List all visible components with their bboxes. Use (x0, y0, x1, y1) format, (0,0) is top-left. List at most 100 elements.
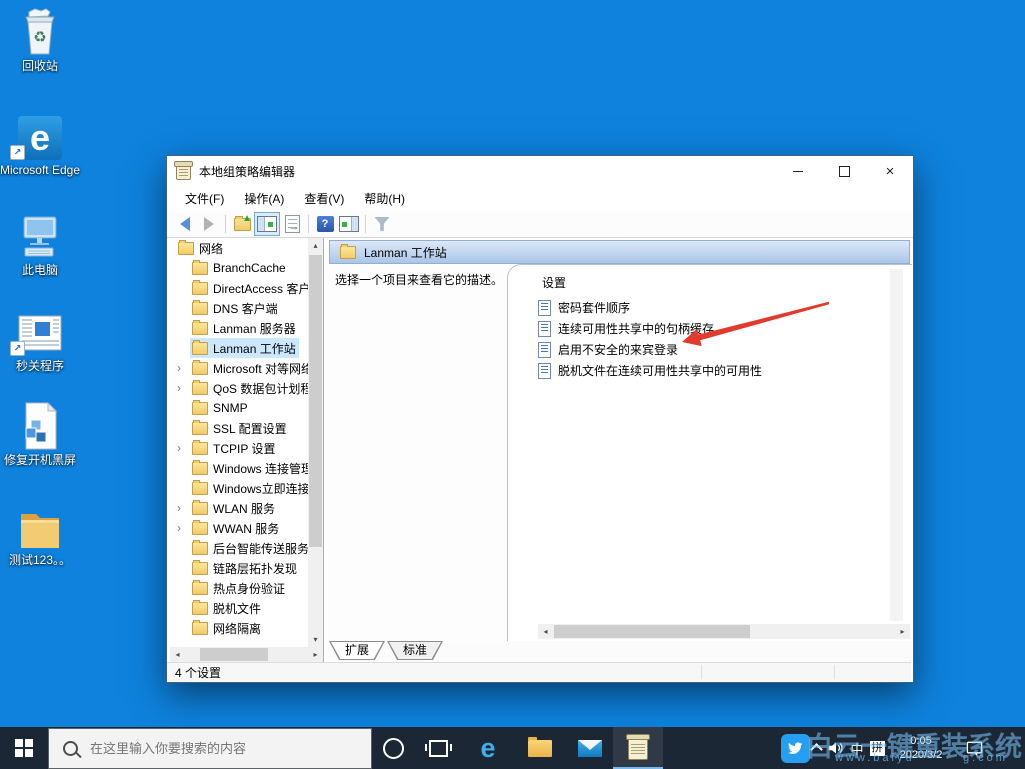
settings-column-header[interactable]: 设置 (542, 274, 566, 291)
tree-item-label: WLAN 服务 (213, 501, 276, 516)
cortana-button[interactable] (374, 727, 412, 769)
tree-item-label: Lanman 工作站 (213, 341, 296, 356)
setting-item[interactable]: 密码套件顺序 (538, 297, 892, 318)
desktop-icon-registry-file[interactable]: 修复开机黑屏 (0, 402, 82, 467)
tree-item[interactable]: › DNS 客户端 (170, 298, 308, 318)
tree-item[interactable]: › Lanman 服务器 (170, 318, 308, 338)
chevron-right-icon[interactable]: › (177, 441, 190, 455)
console-tree-icon (257, 216, 277, 232)
start-button[interactable] (0, 727, 48, 769)
help-icon: ? (316, 216, 334, 232)
settings-horizontal-scrollbar[interactable]: ◂ ▸ (538, 624, 910, 639)
tree-item[interactable]: › WWAN 服务 (170, 518, 308, 538)
svg-text:♻: ♻ (33, 29, 46, 46)
menu-view[interactable]: 查看(V) (294, 187, 354, 210)
folder-icon (192, 559, 208, 575)
ime-language-indicator[interactable]: 中 (846, 727, 868, 769)
search-input[interactable] (88, 740, 342, 757)
tab-extended[interactable]: 扩展 (329, 641, 386, 660)
tree-item[interactable]: › 后台智能传送服务 (170, 538, 308, 558)
tree-item[interactable]: › Lanman 工作站 (170, 338, 308, 358)
tree-item[interactable]: › Microsoft 对等网络 (170, 358, 308, 378)
mail-button[interactable] (568, 727, 612, 769)
window-titlebar[interactable]: 本地组策略编辑器 × (167, 156, 913, 186)
task-view-button[interactable] (418, 727, 458, 769)
menu-help[interactable]: 帮助(H) (354, 187, 415, 210)
file-explorer-button[interactable] (518, 727, 562, 769)
desktop-icon-recycle-bin[interactable]: ♻ 回收站 (0, 8, 82, 73)
tray-clock[interactable]: 0:05 2020/3/2 (893, 734, 949, 762)
folder-icon (192, 479, 208, 495)
tree-item[interactable]: › SNMP (170, 398, 308, 418)
app-window-icon: ↗ (0, 308, 82, 356)
desktop-icon-label: 修复开机黑屏 (3, 453, 76, 467)
tree-item[interactable]: › Windows 连接管理器 (170, 458, 308, 478)
maximize-button[interactable] (821, 156, 867, 186)
tab-standard[interactable]: 标准 (387, 641, 444, 660)
volume-button[interactable] (824, 727, 848, 769)
up-one-level-button[interactable]: ▲ (230, 213, 254, 235)
desktop-icon-test-folder[interactable]: 测试123。。 (0, 502, 82, 567)
tree-vertical-scrollbar[interactable]: ▴ ▾ (308, 238, 323, 647)
setting-item-label: 脱机文件在连续可用性共享中的可用性 (558, 364, 763, 378)
scrollbar-thumb[interactable] (554, 625, 750, 638)
tree-item-root[interactable]: 网络 (170, 238, 308, 258)
taskbar-search[interactable] (48, 728, 372, 769)
chevron-right-icon[interactable]: › (177, 381, 190, 395)
setting-item[interactable]: 启用不安全的来宾登录 (538, 339, 892, 360)
chevron-right-icon[interactable]: › (177, 521, 190, 535)
help-button[interactable]: ? (313, 213, 337, 235)
tree-item[interactable]: › Windows立即连接 (170, 478, 308, 498)
tree-item[interactable]: › DirectAccess 客户端 (170, 278, 308, 298)
folder-icon (192, 579, 208, 595)
scroll-up-icon[interactable]: ▴ (308, 238, 323, 253)
tree-item[interactable]: › 脱机文件 (170, 598, 308, 618)
tree-horizontal-scrollbar[interactable]: ◂ ▸ (170, 647, 323, 662)
tree-item[interactable]: › QoS 数据包计划程序 (170, 378, 308, 398)
desktop-icon-label: 此电脑 (21, 263, 58, 277)
tray-twitter-app[interactable] (779, 727, 811, 769)
tray-expand-button[interactable] (808, 727, 824, 769)
tree-item[interactable]: › 网络隔离 (170, 618, 308, 638)
gpedit-taskbar-button[interactable] (613, 727, 663, 769)
tree-item-label: SSL 配置设置 (213, 421, 287, 436)
chevron-right-icon[interactable]: › (177, 361, 190, 375)
scrollbar-thumb[interactable] (309, 255, 322, 547)
desktop-icon-this-pc[interactable]: 此电脑 (0, 212, 82, 277)
show-console-tree-button[interactable] (254, 212, 280, 236)
tree-item[interactable]: › WLAN 服务 (170, 498, 308, 518)
scroll-left-icon[interactable]: ◂ (538, 624, 553, 639)
scroll-down-icon[interactable]: ▾ (308, 632, 323, 647)
menu-action[interactable]: 操作(A) (234, 187, 294, 210)
desktop-icon-app-window[interactable]: ↗ 秒关程序 (0, 308, 82, 373)
minimize-button[interactable] (775, 156, 821, 186)
scrollbar-thumb[interactable] (200, 648, 268, 661)
export-list-button[interactable]: → (280, 213, 304, 235)
scroll-left-icon[interactable]: ◂ (170, 647, 185, 662)
tree-item[interactable]: › SSL 配置设置 (170, 418, 308, 438)
scroll-right-icon[interactable]: ▸ (895, 624, 910, 639)
taskbar-edge-button[interactable]: e (466, 727, 510, 769)
show-action-pane-button[interactable] (337, 213, 361, 235)
setting-item[interactable]: 连续可用性共享中的句柄缓存 (538, 318, 892, 339)
tree-item[interactable]: › TCPIP 设置 (170, 438, 308, 458)
ime-mode-indicator[interactable]: 拼 (866, 727, 888, 769)
folder-icon (178, 239, 194, 255)
back-button[interactable] (173, 213, 197, 235)
setting-item-label: 密码套件顺序 (558, 301, 631, 315)
scroll-right-icon[interactable]: ▸ (308, 647, 323, 662)
tree-item[interactable]: › BranchCache (170, 258, 308, 278)
action-center-button[interactable] (956, 727, 992, 769)
recycle-bin-icon: ♻ (0, 8, 82, 56)
filter-button[interactable] (370, 213, 394, 235)
tree-item[interactable]: › 链路层拓扑发现 (170, 558, 308, 578)
chevron-right-icon[interactable]: › (177, 501, 190, 515)
forward-button[interactable] (197, 213, 221, 235)
close-button[interactable]: × (867, 156, 913, 186)
setting-item[interactable]: 脱机文件在连续可用性共享中的可用性 (538, 360, 892, 381)
menu-file[interactable]: 文件(F) (175, 187, 234, 210)
folder-icon (192, 359, 208, 375)
tree-item[interactable]: › 热点身份验证 (170, 578, 308, 598)
edge-icon: e (480, 732, 496, 763)
desktop-icon-microsoft-edge[interactable]: e ↗ Microsoft Edge (0, 112, 82, 177)
